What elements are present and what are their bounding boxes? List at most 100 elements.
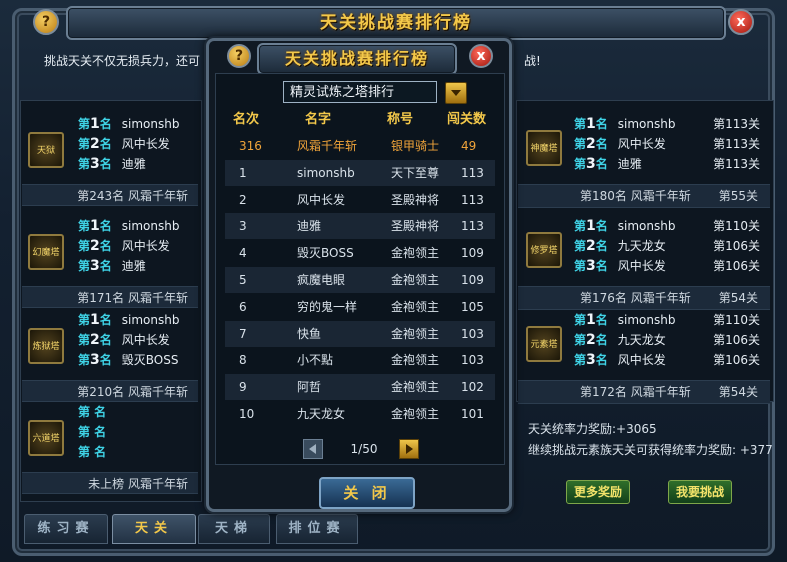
tower-emblem-icon: 幻魔塔 xyxy=(28,234,64,270)
right-rank-row: 第3名 迪雅 第113关 xyxy=(574,154,760,174)
left-rank-row: 第3名 毁灭BOSS xyxy=(78,350,178,370)
rank-number: 1 xyxy=(586,312,596,328)
tower-emblem-icon: 修罗塔 xyxy=(526,232,562,268)
modal-close-icon-button[interactable]: x xyxy=(469,44,493,68)
left-rank-row: 第3名 迪雅 xyxy=(78,154,146,174)
table-row: 1 simonshb 天下至尊 113 xyxy=(225,159,495,186)
rank-number: 1 xyxy=(90,312,100,328)
right-rank-row: 第1名 simonshb 第110关 xyxy=(574,310,760,330)
rank-number: 3 xyxy=(90,258,100,274)
my-table-row: 316 风霜千年斩 银甲骑士 49 xyxy=(225,133,495,159)
cell-name: simonshb xyxy=(297,165,355,180)
left-rank-row: 第1名 simonshb xyxy=(78,310,179,330)
arrow-left-icon xyxy=(309,444,316,454)
outer-close-button[interactable]: x xyxy=(728,9,754,35)
my-level-count: 第54关 xyxy=(718,291,758,305)
cell-title: 金袍领主 xyxy=(391,299,440,314)
player-name: simonshb xyxy=(617,219,676,233)
rank-number: 3 xyxy=(586,258,596,274)
rank-label: 第3名 xyxy=(78,352,112,368)
rank-prefix: 第 xyxy=(78,313,91,327)
rank-label: 第1名 xyxy=(574,116,608,132)
more-rewards-button[interactable]: 更多奖励 xyxy=(566,480,630,504)
tab-ladder[interactable]: 天梯 xyxy=(198,514,270,544)
rank-suffix: 名 xyxy=(99,157,112,171)
player-name: 迪雅 xyxy=(617,157,642,171)
challenge-button[interactable]: 我要挑战 xyxy=(668,480,732,504)
rank-number: 1 xyxy=(586,218,596,234)
rank-label: 第2名 xyxy=(78,332,112,348)
rank-suffix: 名 xyxy=(99,239,112,253)
player-name: simonshb xyxy=(121,219,180,233)
table-row: 4 毁灭BOSS 金袍领主 109 xyxy=(225,240,495,266)
tab-tianguan[interactable]: 天关 xyxy=(112,514,196,544)
cell-title: 圣殿神将 xyxy=(391,219,440,234)
cell-name: 风霜千年斩 xyxy=(297,139,358,153)
rank-prefix: 第 xyxy=(78,117,91,131)
help-icon: ? xyxy=(41,14,51,30)
tower-select[interactable]: 精灵试炼之塔排行 xyxy=(283,81,437,103)
outer-help-button[interactable]: ? xyxy=(33,9,59,35)
tower-select-toggle[interactable] xyxy=(445,82,467,104)
prev-page-button[interactable] xyxy=(303,439,323,459)
rank-suffix: 名 xyxy=(99,137,112,151)
cell-title: 金袍领主 xyxy=(391,407,440,421)
cell-rank: 10 xyxy=(239,407,255,421)
tab-ranked[interactable]: 排位赛 xyxy=(276,514,358,544)
next-page-button[interactable] xyxy=(399,439,419,459)
left-rank-row: 第 名 xyxy=(78,442,116,462)
cell-rank: 5 xyxy=(239,273,247,287)
level-count: 第106关 xyxy=(713,259,760,273)
tower-select-value: 精灵试炼之塔排行 xyxy=(290,85,395,100)
cell-count: 49 xyxy=(461,139,477,153)
outer-title-bar: 天关挑战赛排行榜 xyxy=(66,6,726,40)
player-name: 九天龙女 xyxy=(617,239,666,253)
rank-prefix: 第 xyxy=(78,333,91,347)
player-name: 迪雅 xyxy=(121,157,146,171)
player-name: 风中长发 xyxy=(617,353,666,367)
rank-suffix: 名 xyxy=(595,137,608,151)
arrow-right-icon xyxy=(406,444,413,454)
rank-label: 第 名 xyxy=(78,405,107,419)
left-rank-row: 第3名 迪雅 xyxy=(78,256,146,276)
left-rank-row: 第2名 风中长发 xyxy=(78,236,170,256)
rank-prefix: 第 xyxy=(78,137,91,151)
rank-number: 2 xyxy=(586,332,596,348)
left-rank-row: 第2名 风中长发 xyxy=(78,134,170,154)
rank-number: 1 xyxy=(90,116,100,132)
right-rank-row: 第3名 风中长发 第106关 xyxy=(574,350,760,370)
header-rank: 名次 xyxy=(233,112,260,127)
tower-emblem-icon: 元素塔 xyxy=(526,326,562,362)
chevron-down-icon xyxy=(451,90,461,96)
tab-practice[interactable]: 练习赛 xyxy=(24,514,108,544)
rank-label: 第1名 xyxy=(78,218,112,234)
rank-label: 第3名 xyxy=(574,156,608,172)
header-count: 闯关数 xyxy=(447,112,487,127)
rank-suffix: 名 xyxy=(595,259,608,273)
player-name: 风中长发 xyxy=(121,137,170,151)
rank-prefix: 第 xyxy=(574,333,587,347)
my-rank-text: 第180名 风霜千年斩 xyxy=(580,189,691,203)
left-rank-row: 第 名 xyxy=(78,422,116,442)
cell-count: 109 xyxy=(461,246,484,261)
my-rank-bar: 第180名 风霜千年斩 第55关 xyxy=(518,184,770,208)
player-name: 迪雅 xyxy=(121,259,146,273)
cell-rank: 6 xyxy=(239,299,247,314)
notice-text-tail: 战! xyxy=(524,54,541,68)
level-count: 第106关 xyxy=(713,333,760,347)
rank-label: 第2名 xyxy=(574,136,608,152)
rank-number: 1 xyxy=(90,218,100,234)
cell-title: 金袍领主 xyxy=(391,273,440,287)
level-count: 第106关 xyxy=(713,239,760,253)
rank-suffix: 名 xyxy=(595,219,608,233)
modal-close-button[interactable]: 关 闭 xyxy=(319,477,415,509)
rank-suffix: 名 xyxy=(595,313,608,327)
cell-title: 金袍领主 xyxy=(391,353,440,368)
right-rank-row: 第2名 九天龙女 第106关 xyxy=(574,330,760,350)
rank-prefix: 第 xyxy=(574,157,587,171)
modal-help-button[interactable]: ? xyxy=(227,44,251,68)
table-row: 3 迪雅 圣殿神将 113 xyxy=(225,213,495,240)
rank-label: 第3名 xyxy=(78,156,112,172)
rank-prefix: 第 xyxy=(78,157,91,171)
notice-text: 挑战天关不仅无损兵力，还可 xyxy=(44,54,201,68)
